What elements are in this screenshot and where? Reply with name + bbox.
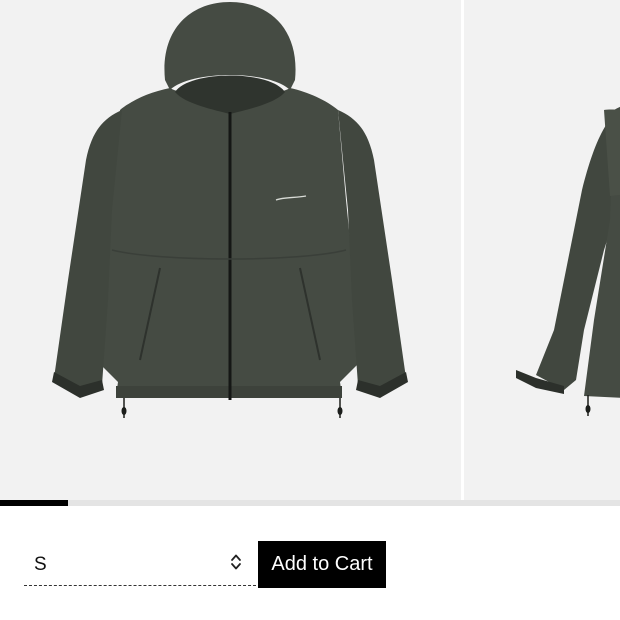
add-to-cart-button[interactable]: Add to Cart <box>258 541 386 588</box>
product-image-side[interactable] <box>464 0 620 500</box>
chevron-up-down-icon <box>231 554 241 570</box>
jacket-side-image <box>516 106 620 416</box>
size-select[interactable]: S <box>24 542 256 586</box>
gallery-progress-fill <box>0 500 69 506</box>
purchase-controls: S Add to Cart <box>0 520 620 620</box>
jacket-front-image <box>52 2 408 418</box>
product-image-gallery[interactable] <box>0 0 620 500</box>
gallery-progress-bar <box>0 500 620 506</box>
product-image-front[interactable] <box>0 0 461 500</box>
size-select-value: S <box>34 554 47 575</box>
